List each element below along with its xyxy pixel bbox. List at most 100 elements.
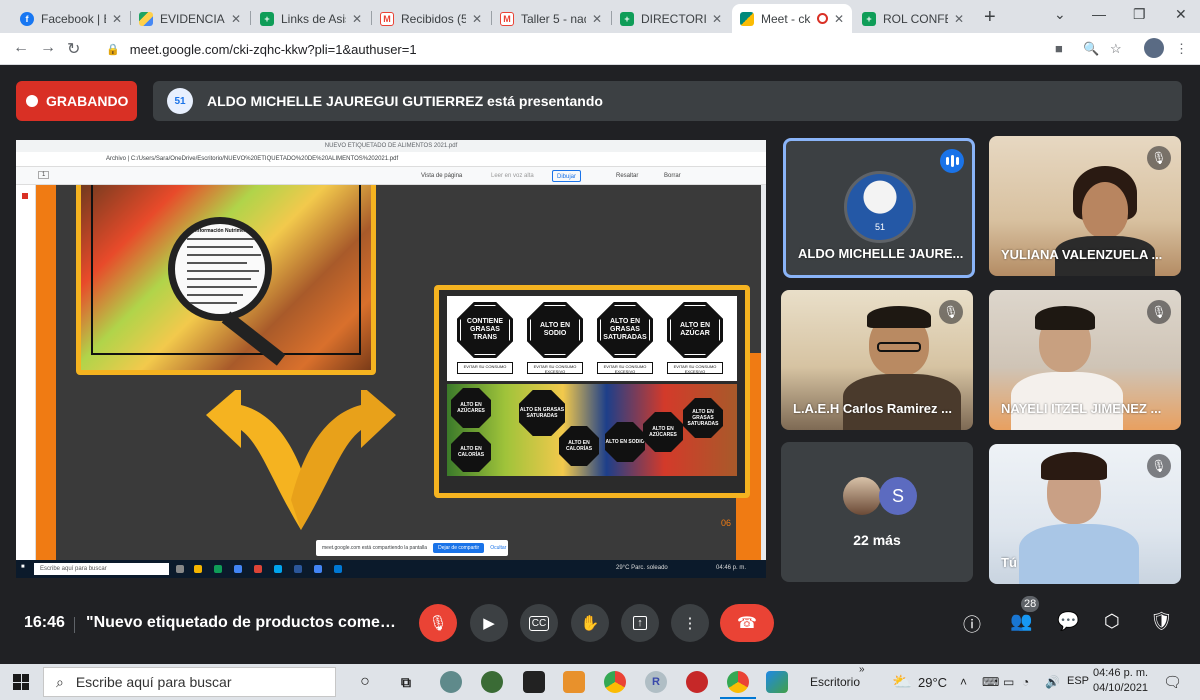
close-window-button[interactable]: ✕ (1175, 6, 1187, 23)
photos-icon[interactable] (766, 671, 788, 693)
restore-button[interactable]: ❐ (1133, 6, 1146, 23)
octagon-small: ALTO EN GRASAS SATURADAS (519, 390, 565, 436)
lock-icon: 🔒 (106, 43, 120, 56)
shared-file-path: Archivo | C:/Users/Sara/OneDrive/Escrito… (106, 156, 399, 162)
language-indicator[interactable]: ESP (1067, 675, 1089, 687)
clock-time: 04:46 p. m. (1093, 667, 1149, 679)
tab-search-icon[interactable]: ⌄ (1054, 6, 1066, 23)
taskbar-clock[interactable]: 04:46 p. m. 04/10/2021 (1093, 666, 1148, 696)
participant-tile-you[interactable]: 🎙 Tú (989, 444, 1181, 584)
forward-button[interactable]: → (40, 39, 56, 57)
close-icon[interactable]: ✕ (112, 12, 122, 26)
url-field[interactable]: 🔒 meet.google.com/cki-zqhc-kkw?pli=1&aut… (96, 37, 1036, 61)
meeting-time: 16:46 (24, 614, 65, 631)
cortana-icon[interactable]: ○ (354, 671, 376, 693)
avatar: 51 (844, 171, 916, 243)
bookmark-star-icon[interactable]: ☆ (1110, 41, 1122, 57)
octagon-text: ALTO EN GRASAS SATURADAS (603, 318, 647, 341)
close-icon[interactable]: ✕ (231, 12, 241, 26)
present-screen-button[interactable]: ↑ (621, 604, 659, 642)
reload-button[interactable]: ↻ (67, 39, 80, 59)
speaking-indicator-icon (940, 149, 964, 173)
tab-taller[interactable]: M Taller 5 - nad ✕ (492, 4, 610, 33)
google-meet-icon (740, 11, 754, 26)
close-icon[interactable]: ✕ (592, 12, 602, 26)
chat-icon[interactable]: 💬 (1057, 611, 1079, 632)
participant-body (1019, 524, 1139, 584)
minimize-button[interactable]: — (1092, 6, 1106, 22)
people-icon[interactable]: 👥 (1010, 611, 1032, 632)
close-icon[interactable]: ✕ (954, 12, 964, 26)
more-participants-tile[interactable]: S 22 más (781, 442, 973, 582)
tab-recibidos[interactable]: M Recibidos (56 ✕ (372, 4, 490, 33)
google-sheets-icon: + (260, 11, 274, 26)
activities-icon[interactable]: ⬡ (1104, 611, 1120, 632)
octagon-label: CONTIENE GRASAS TRANS (457, 302, 513, 358)
file-explorer-icon[interactable] (563, 671, 585, 693)
tab-links-asistencia[interactable]: + Links de Asist ✕ (252, 4, 370, 33)
google-sheets-icon: + (620, 11, 634, 26)
taskbar-search-text: Escribe aquí para buscar (75, 674, 232, 690)
notifications-icon[interactable]: 🗨 (1163, 673, 1182, 691)
mic-off-icon: 🎙 (1147, 454, 1171, 478)
mic-off-icon: 🎙 (1147, 300, 1171, 324)
battery-icon[interactable]: ▭ (1003, 675, 1014, 689)
end-call-button[interactable]: ☎ (720, 604, 774, 642)
participant-tile-yuliana[interactable]: 🎙 YULIANA VALENZUELA ... (989, 136, 1181, 276)
tab-meet[interactable]: Meet - ck ✕ (732, 4, 852, 33)
r-app-icon[interactable]: R (645, 671, 667, 693)
close-icon[interactable]: ✕ (712, 12, 722, 26)
raise-hand-button[interactable]: ✋ (571, 604, 609, 642)
participant-tile-nayeli[interactable]: 🎙 NAYELI ITZEL JIMENEZ ... (989, 290, 1181, 430)
windows-start-icon[interactable] (13, 674, 29, 690)
taskbar-search-box[interactable]: ⌕ Escribe aquí para buscar (43, 667, 336, 697)
tab-facebook[interactable]: f Facebook | En ✕ (12, 4, 130, 33)
tab-evidencias[interactable]: EVIDENCIAS D ✕ (131, 4, 249, 33)
volume-icon[interactable]: 🔊 (1045, 675, 1060, 689)
profile-avatar[interactable] (1144, 38, 1164, 58)
participant-tile-carlos[interactable]: 🎙 L.A.E.H Carlos Ramirez ... (781, 290, 973, 430)
meeting-info-icon[interactable]: ⓘ (963, 611, 981, 637)
close-icon[interactable]: ✕ (352, 12, 362, 26)
meeting-title: "Nuevo etiquetado de productos comes... (86, 614, 396, 631)
google-drive-icon (139, 11, 153, 26)
microphone-toggle-button[interactable]: 🎙 (419, 604, 457, 642)
close-icon[interactable]: ✕ (472, 12, 482, 26)
expand-icon[interactable]: » (859, 664, 865, 675)
more-count: 22 más (853, 532, 901, 548)
app-icon-2[interactable] (481, 671, 503, 693)
mic-off-icon: 🎙 (1147, 146, 1171, 170)
weather-icon[interactable]: ⛅ (892, 672, 912, 692)
tab-directorio[interactable]: + DIRECTORIO ✕ (612, 4, 730, 33)
facebook-icon: f (20, 11, 34, 26)
desktop-label[interactable]: Escritorio (810, 675, 860, 689)
camera-icon[interactable]: ■ (1055, 41, 1063, 56)
chevron-up-icon[interactable]: ˄ (960, 675, 967, 689)
participant-tile-aldo[interactable]: 51 ALDO MICHELLE JAURE... (783, 138, 975, 278)
wifi-icon[interactable]: ◔ (1022, 675, 1029, 689)
chrome-icon[interactable] (604, 671, 626, 693)
new-tab-button[interactable]: + (984, 6, 996, 29)
menu-kebab-icon[interactable]: ⋮ (1175, 41, 1188, 57)
tab-rol-conferencias[interactable]: + ROL CONFERE ✕ (854, 4, 972, 33)
screen-share-notice: meet.google.com está compartiendo la pan… (316, 540, 508, 556)
close-icon[interactable]: ✕ (834, 12, 844, 26)
app-icon-3[interactable] (686, 671, 708, 693)
zoom-icon[interactable]: 🔍 (1083, 41, 1099, 57)
host-controls-icon[interactable]: 🛡 (1150, 611, 1173, 632)
task-view-icon[interactable]: ⧉ (395, 671, 417, 693)
more-options-button[interactable]: ⋮ (671, 604, 709, 642)
app-icon-1[interactable] (440, 671, 462, 693)
participant-hair (867, 306, 931, 328)
camera-toggle-button[interactable]: ▶ (470, 604, 508, 642)
captions-button[interactable]: CC (520, 604, 558, 642)
recording-button[interactable]: GRABANDO (16, 81, 137, 121)
back-button[interactable]: ← (13, 39, 29, 57)
network-icon[interactable]: ⌨ (982, 675, 999, 689)
pdf-draw: Dibujar (552, 170, 582, 182)
store-icon[interactable] (523, 671, 545, 693)
temperature-text[interactable]: 29°C (918, 675, 947, 690)
chrome-active-icon[interactable] (727, 671, 749, 693)
octagon-small: ALTO EN GRASAS SATURADAS (683, 398, 723, 438)
presenter-avatar: 51 (167, 88, 193, 114)
